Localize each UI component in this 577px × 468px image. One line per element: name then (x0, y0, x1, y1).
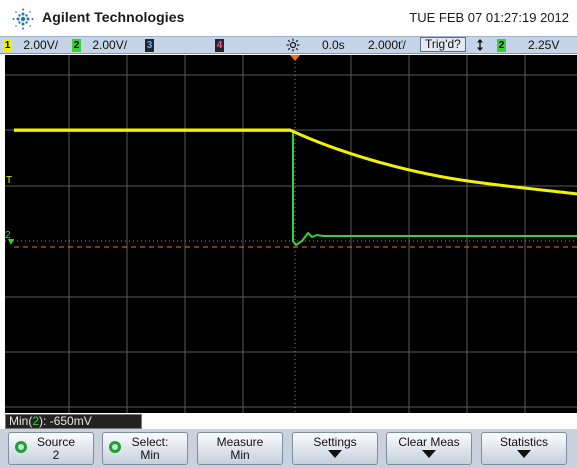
trigger-source-badge: 2 (497, 38, 506, 52)
agilent-spark-logo-icon (12, 8, 34, 30)
source-softkey[interactable]: Source 2 (8, 432, 94, 465)
timebase-scale[interactable]: 2.000ť/ (368, 38, 406, 53)
measure-softkey-value: Min (230, 448, 250, 462)
select-softkey[interactable]: Select: Min (102, 432, 188, 465)
channel-4-indicator[interactable]: 4 (215, 38, 224, 53)
brand-name: Agilent Technologies (42, 9, 185, 25)
channel-1-badge: 1 (3, 38, 12, 52)
settings-softkey[interactable]: Settings (292, 432, 378, 465)
trigger-state: Trig'd? (420, 37, 466, 52)
channel-1-scale[interactable]: 1 2.00V/ (3, 38, 58, 53)
statistics-softkey[interactable]: Statistics (481, 432, 567, 465)
statistics-softkey-label: Statistics (499, 435, 548, 449)
channel-2-scale[interactable]: 2 2.00V/ (72, 38, 127, 53)
channel-2-scale-value: 2.00V/ (92, 38, 128, 52)
measurement-prefix: Min( (9, 414, 33, 428)
measurement-readout: Min(2): -650mV (5, 414, 142, 429)
trigger-state-label: Trig'd? (420, 37, 466, 52)
channel-1-scale-value: 2.00V/ (23, 38, 59, 52)
channel-3-badge: 3 (145, 38, 154, 52)
trigger-source[interactable]: 2 (497, 38, 506, 53)
channel-4-badge: 4 (215, 38, 224, 52)
center-axes (5, 55, 577, 413)
header-bar: Agilent Technologies TUE FEB 07 01:27:19… (0, 0, 577, 36)
date-time: TUE FEB 07 01:27:19 2012 (409, 10, 569, 25)
status-bar: 1 2.00V/ 2 2.00V/ 3 4 0.0s 2.000ť/ Trig'… (0, 36, 577, 54)
measure-softkey-label: Measure (216, 435, 264, 449)
clear-meas-softkey-label: Clear Meas (398, 435, 460, 449)
submenu-arrow-icon (328, 450, 342, 458)
measure-softkey[interactable]: Measure Min (197, 432, 283, 465)
time-delay[interactable]: 0.0s (322, 38, 345, 53)
sun-trigger-icon (286, 38, 300, 53)
waveform-display[interactable]: T 2 (5, 55, 577, 413)
channel-1-ground-marker[interactable]: T (6, 175, 12, 186)
measurement-value: ): -650mV (39, 414, 92, 428)
channel-2-badge: 2 (72, 38, 81, 52)
submenu-arrow-icon (422, 450, 436, 458)
submenu-arrow-icon (517, 450, 531, 458)
rotate-knob-icon (109, 441, 121, 453)
rotate-knob-icon (15, 441, 27, 453)
trigger-edge-icon (476, 38, 484, 53)
channel-3-indicator[interactable]: 3 (145, 38, 154, 53)
clear-meas-softkey[interactable]: Clear Meas (386, 432, 472, 465)
settings-softkey-label: Settings (313, 435, 357, 449)
graticule (5, 55, 577, 413)
trigger-level[interactable]: 2.25V (528, 38, 559, 53)
trigger-position-marker[interactable] (290, 55, 300, 61)
channel-2-marker-arrow (8, 239, 14, 245)
